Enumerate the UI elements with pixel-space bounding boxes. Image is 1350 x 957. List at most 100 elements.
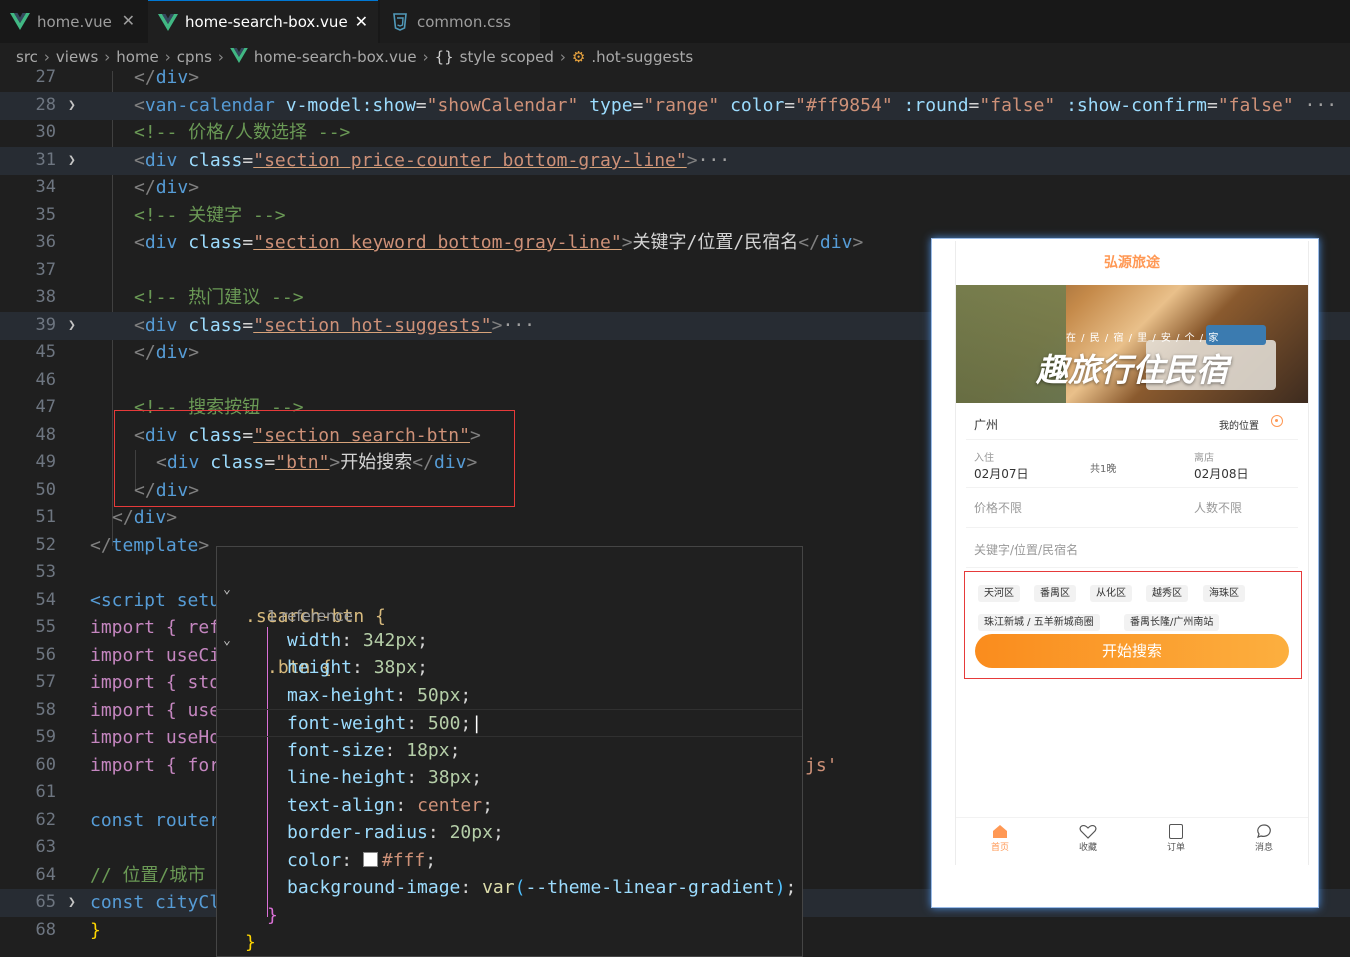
css-declaration: font-size: 18px; [287,740,461,761]
tabbar-label: 首页 [990,843,1009,853]
line-number: 55 [35,617,56,637]
divider [966,527,1298,528]
line-number: 45 [35,342,56,362]
divider [966,439,1298,440]
vue-icon [10,12,30,32]
line-number: 38 [35,287,56,307]
banner-image: 在 / 民 / 宿 / 里 / 安 / 个 / 家 趣旅行住民宿 [956,285,1308,403]
close-icon[interactable]: ✕ [355,12,368,31]
city-label[interactable]: 广州 [974,416,998,433]
home-icon [992,824,1008,839]
tab-common-css[interactable]: common.css [380,0,540,43]
line-number: 68 [35,920,56,940]
line-number: 56 [35,645,56,665]
css-declaration: background-image: var(--theme-linear-gra… [287,877,797,898]
css-icon [390,12,410,32]
heart-icon [1079,824,1097,839]
line-number: 62 [35,810,56,830]
close-icon[interactable]: ✕ [122,11,135,30]
line-number: 51 [35,507,56,527]
tabbar-favorites[interactable]: 收藏 [1075,824,1101,853]
checkout-label: 离店 [1194,453,1214,464]
line-number: 59 [35,727,56,747]
keyword-input[interactable]: 关键字/位置/民宿名 [974,541,1078,558]
phone-preview: 弘源旅途 在 / 民 / 宿 / 里 / 安 / 个 / 家 趣旅行住民宿 广州… [931,238,1319,908]
css-declaration: max-height: 50px; [287,685,472,706]
nights-label: 共1晚 [1090,464,1117,475]
tabbar-label: 消息 [1254,843,1273,853]
color-swatch[interactable] [362,852,378,867]
checkout-date[interactable]: 02月08日 [1194,465,1249,482]
line-number: 46 [35,370,56,390]
nav-title: 弘源旅途 [1104,255,1160,271]
peek-line: ⌄ .btn { [217,599,802,679]
tab-label: common.css [417,12,511,31]
tab-home-vue[interactable]: home.vue ✕ [0,0,145,43]
line-number: 52 [35,535,56,555]
divider [966,567,1298,568]
code-line: 27 </div> [0,64,1350,92]
code-line: 30 <!-- 价格/人数选择 --> [0,119,1350,147]
tab-home-search-box-vue[interactable]: home-search-box.vue ✕ [148,0,378,43]
price-selector[interactable]: 价格不限 [974,499,1022,516]
line-number: 49 [35,452,56,472]
tab-bar: home.vue ✕ home-search-box.vue ✕ common.… [0,0,1350,43]
peek-line: ⌄ .search-btn { [217,548,802,628]
peek-line: } [267,905,278,926]
peek-definition-popup[interactable]: ⌄ .search-btn { 1 reference ⌄ .btn { wid… [216,546,803,957]
line-number: 35 [35,205,56,225]
tab-label: home-search-box.vue [185,13,348,31]
message-icon [1256,824,1272,839]
tabbar-messages[interactable]: 消息 [1251,824,1277,853]
line-number: 36 [35,232,56,252]
chevron-right-icon[interactable]: ❯ [68,147,76,175]
people-selector[interactable]: 人数不限 [1194,499,1242,516]
my-location-label[interactable]: 我的位置 [1219,417,1259,432]
line-number: 53 [35,562,56,582]
banner-subtitle: 在 / 民 / 宿 / 里 / 安 / 个 / 家 [1066,333,1220,344]
chevron-right-icon[interactable]: ❯ [68,312,76,340]
code-line: 28 ❯ <van-calendar v-model:show="showCal… [0,92,1350,120]
line-number: 54 [35,590,56,610]
line-number: 58 [35,700,56,720]
tabbar-orders[interactable]: 订单 [1163,824,1189,853]
vue-icon [158,12,178,32]
checkin-date[interactable]: 02月07日 [974,465,1029,482]
line-number: 60 [35,755,56,775]
line-number: 65 [35,892,56,912]
css-declaration: height: 38px; [287,657,428,678]
checkin-label: 入住 [974,453,994,464]
line-number: 30 [35,122,56,142]
tabbar-home[interactable]: 首页 [987,824,1013,853]
line-number: 50 [35,480,56,500]
line-number: 47 [35,397,56,417]
code-line: 31 ❯ <div class="section price-counter b… [0,147,1350,175]
code-line: 35 <!-- 关键字 --> [0,202,1350,230]
code-line: 34 </div> [0,174,1350,202]
css-declaration: width: 342px; [287,630,428,651]
divider [966,487,1298,488]
css-declaration: color: #fff; [287,850,437,871]
line-number: 31 [35,150,56,170]
tabbar-label: 订单 [1166,843,1185,853]
order-icon [1169,824,1183,839]
highlight-box [964,571,1302,679]
tab-label: home.vue [37,12,112,31]
line-number: 28 [35,95,56,115]
line-number: 63 [35,837,56,857]
banner-title: 趣旅行住民宿 [1036,351,1229,389]
line-number: 39 [35,315,56,335]
line-number: 27 [35,67,56,87]
chevron-right-icon[interactable]: ❯ [68,889,76,917]
highlight-box [114,410,515,507]
tabbar-label: 收藏 [1078,843,1097,853]
line-number: 48 [35,425,56,445]
locate-icon[interactable] [1271,415,1283,427]
chevron-right-icon[interactable]: ❯ [68,92,76,120]
css-declaration: text-align: center; [287,795,493,816]
line-number: 37 [35,260,56,280]
bottom-tabbar: 首页 收藏 订单 消息 [956,817,1308,865]
css-declaration: font-weight: 500;| [217,709,802,737]
peek-line: } [245,932,256,953]
css-declaration: border-radius: 20px; [287,822,504,843]
